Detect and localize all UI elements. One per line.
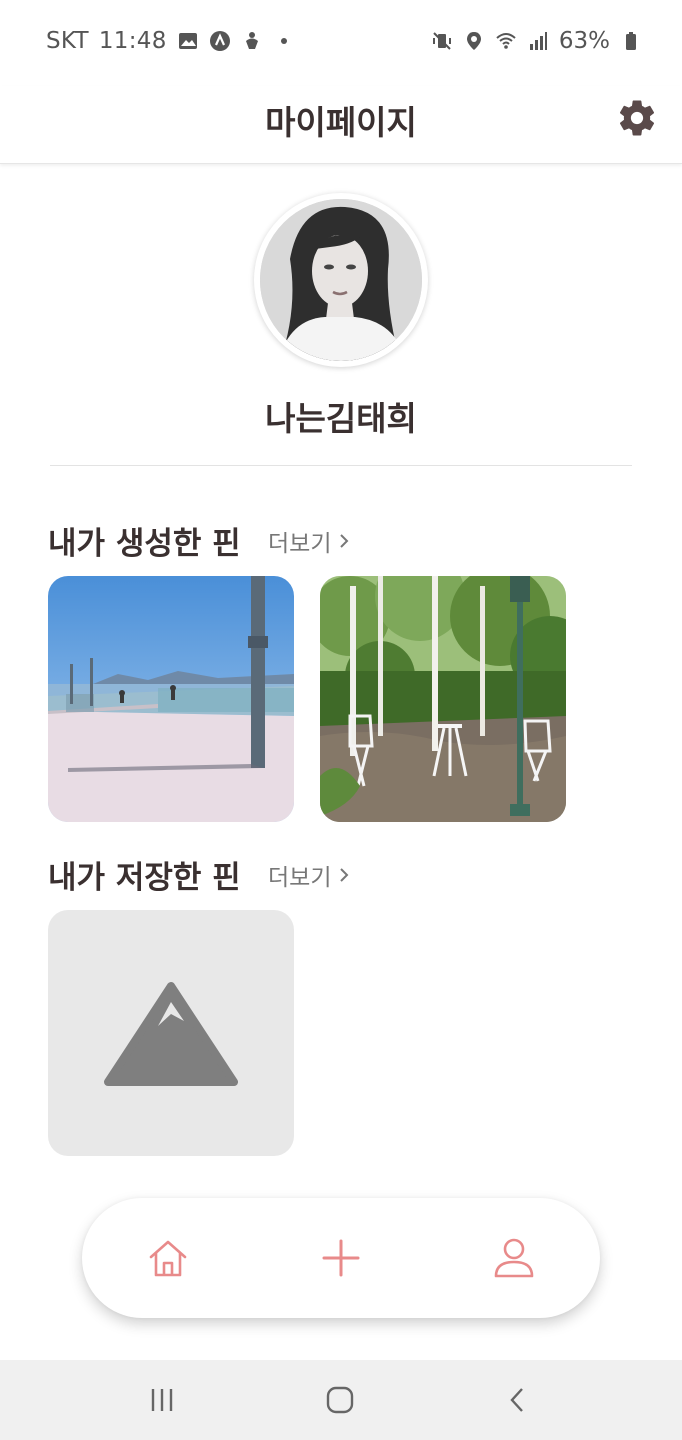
profile-icon: [494, 1238, 534, 1278]
battery-percent: 63%: [558, 28, 610, 54]
dot-icon: [280, 38, 287, 44]
created-pins-more-link[interactable]: 더보기: [268, 524, 351, 558]
divider: [50, 465, 632, 466]
battery-icon: [626, 32, 636, 50]
pin-card[interactable]: [48, 576, 294, 822]
saved-pins-title: 내가 저장한 핀: [48, 860, 241, 896]
signal-icon: [529, 32, 547, 50]
app-icon: [209, 31, 230, 51]
mute-vibrate-icon: [432, 32, 451, 50]
settings-button[interactable]: [612, 93, 662, 143]
pin-card[interactable]: [320, 576, 566, 822]
placeholder-mountain-icon: [104, 982, 238, 1086]
home-icon: [149, 1240, 187, 1277]
gear-icon: [619, 100, 655, 136]
username: 나는김태희: [265, 399, 417, 438]
seaside-promenade-photo: [48, 576, 294, 822]
avatar[interactable]: [260, 199, 422, 361]
created-pins-title: 내가 생성한 핀: [48, 526, 241, 562]
carrier-label: SKT: [46, 28, 89, 54]
saved-pins-more-link[interactable]: 더보기: [268, 858, 351, 892]
more-label: 더보기: [268, 865, 332, 891]
more-label: 더보기: [268, 531, 332, 557]
gallery-icon: [178, 33, 197, 49]
nav-home-button[interactable]: [136, 1226, 200, 1290]
back-icon: [510, 1388, 523, 1412]
back-button[interactable]: [488, 1376, 548, 1424]
status-bar-right: 63%: [431, 28, 642, 54]
plus-icon: [322, 1239, 360, 1277]
page-title: 마이페이지: [265, 103, 417, 142]
wifi-icon: [496, 33, 516, 49]
home-circle-icon: [326, 1386, 354, 1414]
location-icon: [466, 32, 481, 50]
accessibility-icon: [245, 32, 258, 49]
home-system-button[interactable]: [310, 1376, 370, 1424]
clock: 11:48: [98, 28, 167, 54]
pin-card[interactable]: [48, 910, 294, 1156]
chevron-right-icon: [340, 534, 349, 548]
chevron-right-icon: [340, 868, 349, 882]
profile-photo: [260, 199, 422, 361]
nav-profile-button[interactable]: [482, 1226, 546, 1290]
garden-cafe-photo: [320, 576, 566, 822]
status-bar-left: SKT 11:48: [46, 28, 295, 54]
nav-add-button[interactable]: [309, 1226, 373, 1290]
recent-apps-icon: [151, 1389, 173, 1411]
recent-apps-button[interactable]: [132, 1376, 192, 1424]
